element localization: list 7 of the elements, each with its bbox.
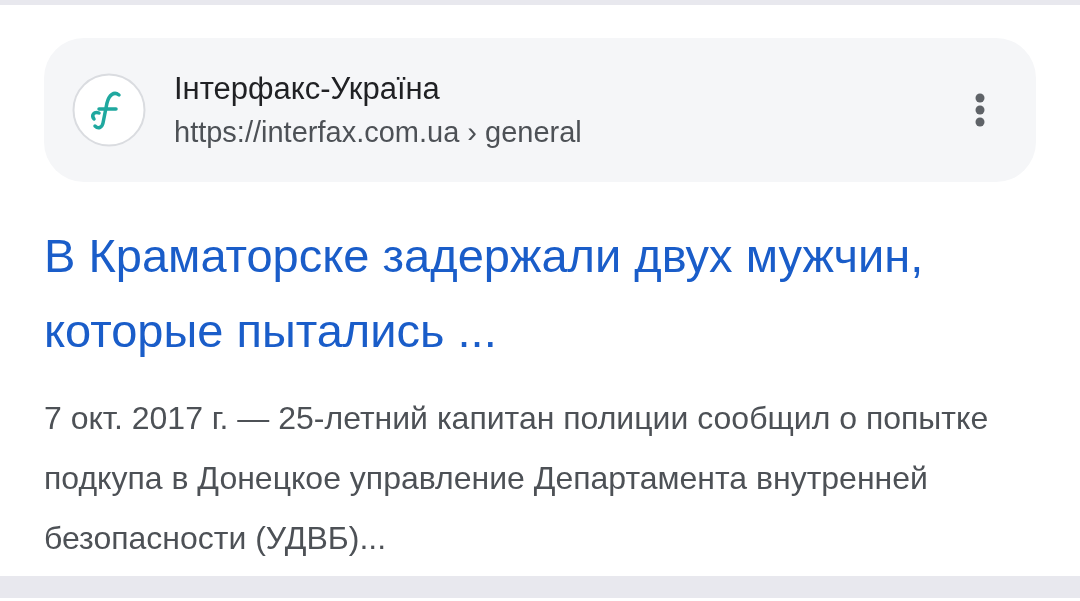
more-icon[interactable] <box>974 92 986 128</box>
logo-icon <box>72 73 146 147</box>
source-card[interactable]: Інтерфакс-Україна https://interfax.com.ua › general <box>44 38 1036 182</box>
result-title-link[interactable]: В Краматорске задержали двух мужчин, которые пытались ... <box>44 218 1004 368</box>
site-name: Інтерфакс-Україна <box>174 70 441 108</box>
result-snippet: 7 окт. 2017 г. — 25-летний капитан полиции сообщил о попытке подкупа в Донецкое управление Департамента внутренней безопасности (УДВБ)... <box>44 399 990 558</box>
site-url: https://interfax.com.ua › general <box>174 115 583 150</box>
